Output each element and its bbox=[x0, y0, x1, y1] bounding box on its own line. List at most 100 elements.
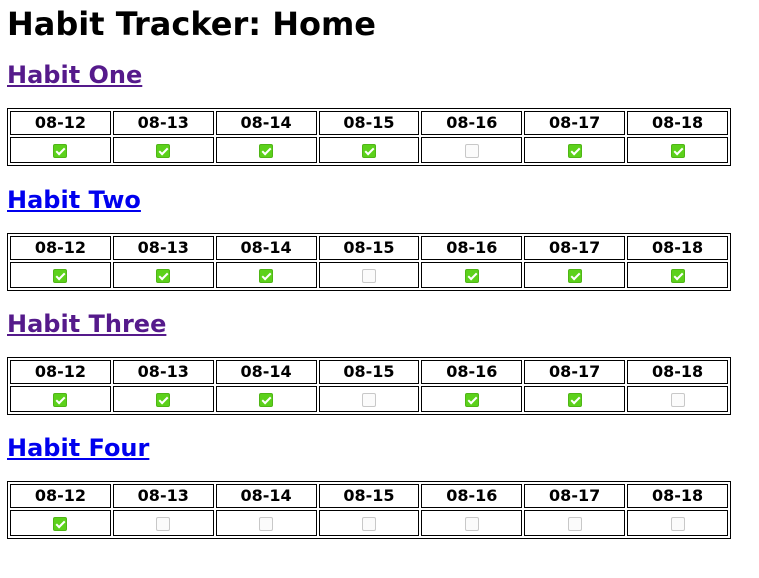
date-header: 08-15 bbox=[318, 236, 420, 260]
completion-row bbox=[10, 137, 728, 163]
completion-cell bbox=[627, 386, 728, 412]
completion-cell bbox=[421, 510, 523, 536]
unchecked-checkbox[interactable] bbox=[567, 517, 582, 531]
date-header: 08-18 bbox=[627, 236, 728, 260]
completion-cell bbox=[627, 262, 728, 288]
unchecked-checkbox[interactable] bbox=[464, 517, 479, 531]
unchecked-checkbox[interactable] bbox=[361, 517, 376, 531]
checked-checkbox[interactable] bbox=[259, 393, 274, 407]
date-header: 08-17 bbox=[524, 360, 626, 384]
completion-cell bbox=[112, 510, 214, 536]
habit-link[interactable]: Habit One bbox=[7, 61, 142, 89]
date-header: 08-15 bbox=[318, 111, 420, 135]
completion-cell bbox=[10, 137, 111, 163]
habit-section: Habit Four 08-12 08-13 08-14 08-15 08-16 08-17… bbox=[7, 432, 731, 539]
date-header: 08-16 bbox=[421, 236, 523, 260]
checked-checkbox[interactable] bbox=[670, 144, 685, 158]
checked-checkbox[interactable] bbox=[53, 393, 68, 407]
checked-checkbox[interactable] bbox=[156, 144, 171, 158]
completion-cell bbox=[318, 386, 420, 412]
checked-checkbox[interactable] bbox=[259, 144, 274, 158]
completion-cell bbox=[10, 510, 111, 536]
checked-checkbox[interactable] bbox=[670, 269, 685, 283]
date-header: 08-12 bbox=[10, 111, 111, 135]
completion-cell bbox=[112, 386, 214, 412]
date-header: 08-12 bbox=[10, 236, 111, 260]
habit-title: Habit Two bbox=[7, 184, 731, 216]
date-header: 08-18 bbox=[627, 360, 728, 384]
date-header: 08-14 bbox=[215, 111, 317, 135]
checked-checkbox[interactable] bbox=[259, 269, 274, 283]
habit-title: Habit Four bbox=[7, 432, 731, 464]
page: Habit Tracker: Home Habit One 08-12 08-13 0… bbox=[0, 0, 759, 539]
habit-link[interactable]: Habit Two bbox=[7, 186, 141, 214]
habit-table: 08-12 08-13 08-14 08-15 08-16 08-17 08-18 bbox=[7, 108, 731, 166]
checked-checkbox[interactable] bbox=[464, 393, 479, 407]
unchecked-checkbox[interactable] bbox=[156, 517, 171, 531]
habit-table: 08-12 08-13 08-14 08-15 08-16 08-17 08-18 bbox=[7, 357, 731, 415]
checked-checkbox[interactable] bbox=[567, 144, 582, 158]
date-header: 08-14 bbox=[215, 360, 317, 384]
completion-cell bbox=[215, 386, 317, 412]
habit-link[interactable]: Habit Four bbox=[7, 434, 149, 462]
completion-cell bbox=[215, 137, 317, 163]
completion-cell bbox=[524, 262, 626, 288]
completion-cell bbox=[627, 510, 728, 536]
checked-checkbox[interactable] bbox=[156, 269, 171, 283]
checked-checkbox[interactable] bbox=[53, 144, 68, 158]
completion-row bbox=[10, 262, 728, 288]
date-header: 08-12 bbox=[10, 360, 111, 384]
completion-cell bbox=[10, 386, 111, 412]
date-header: 08-15 bbox=[318, 484, 420, 508]
completion-row bbox=[10, 510, 728, 536]
date-header: 08-18 bbox=[627, 484, 728, 508]
date-header: 08-16 bbox=[421, 484, 523, 508]
unchecked-checkbox[interactable] bbox=[464, 144, 479, 158]
completion-cell bbox=[627, 137, 728, 163]
checked-checkbox[interactable] bbox=[464, 269, 479, 283]
date-header: 08-16 bbox=[421, 360, 523, 384]
completion-cell bbox=[421, 386, 523, 412]
completion-cell bbox=[524, 510, 626, 536]
checked-checkbox[interactable] bbox=[361, 144, 376, 158]
completion-cell bbox=[215, 510, 317, 536]
date-header: 08-13 bbox=[112, 111, 214, 135]
completion-cell bbox=[318, 262, 420, 288]
checked-checkbox[interactable] bbox=[567, 393, 582, 407]
date-header: 08-14 bbox=[215, 236, 317, 260]
habit-section: Habit One 08-12 08-13 08-14 08-15 08-16 08-17 0… bbox=[7, 59, 731, 166]
unchecked-checkbox[interactable] bbox=[670, 393, 685, 407]
date-header: 08-17 bbox=[524, 111, 626, 135]
completion-cell bbox=[318, 510, 420, 536]
checked-checkbox[interactable] bbox=[156, 393, 171, 407]
checked-checkbox[interactable] bbox=[53, 269, 68, 283]
checked-checkbox[interactable] bbox=[567, 269, 582, 283]
completion-cell bbox=[524, 386, 626, 412]
habit-table: 08-12 08-13 08-14 08-15 08-16 08-17 08-18 bbox=[7, 481, 731, 539]
habit-title: Habit One bbox=[7, 59, 731, 91]
unchecked-checkbox[interactable] bbox=[361, 393, 376, 407]
date-header: 08-17 bbox=[524, 484, 626, 508]
completion-cell bbox=[421, 137, 523, 163]
checked-checkbox[interactable] bbox=[53, 517, 68, 531]
habit-section: Habit Two 08-12 08-13 08-14 08-15 08-16 08-17 0… bbox=[7, 184, 731, 291]
completion-cell bbox=[10, 262, 111, 288]
date-header-row: 08-12 08-13 08-14 08-15 08-16 08-17 08-18 bbox=[10, 360, 728, 384]
unchecked-checkbox[interactable] bbox=[670, 517, 685, 531]
habit-table: 08-12 08-13 08-14 08-15 08-16 08-17 08-18 bbox=[7, 233, 731, 291]
unchecked-checkbox[interactable] bbox=[259, 517, 274, 531]
date-header: 08-18 bbox=[627, 111, 728, 135]
completion-row bbox=[10, 386, 728, 412]
date-header: 08-13 bbox=[112, 360, 214, 384]
completion-cell bbox=[524, 137, 626, 163]
completion-cell bbox=[318, 137, 420, 163]
date-header: 08-13 bbox=[112, 236, 214, 260]
unchecked-checkbox[interactable] bbox=[361, 269, 376, 283]
habit-link[interactable]: Habit Three bbox=[7, 310, 166, 338]
date-header-row: 08-12 08-13 08-14 08-15 08-16 08-17 08-18 bbox=[10, 236, 728, 260]
date-header: 08-12 bbox=[10, 484, 111, 508]
date-header-row: 08-12 08-13 08-14 08-15 08-16 08-17 08-18 bbox=[10, 111, 728, 135]
completion-cell bbox=[112, 262, 214, 288]
completion-cell bbox=[421, 262, 523, 288]
habit-title: Habit Three bbox=[7, 308, 731, 340]
